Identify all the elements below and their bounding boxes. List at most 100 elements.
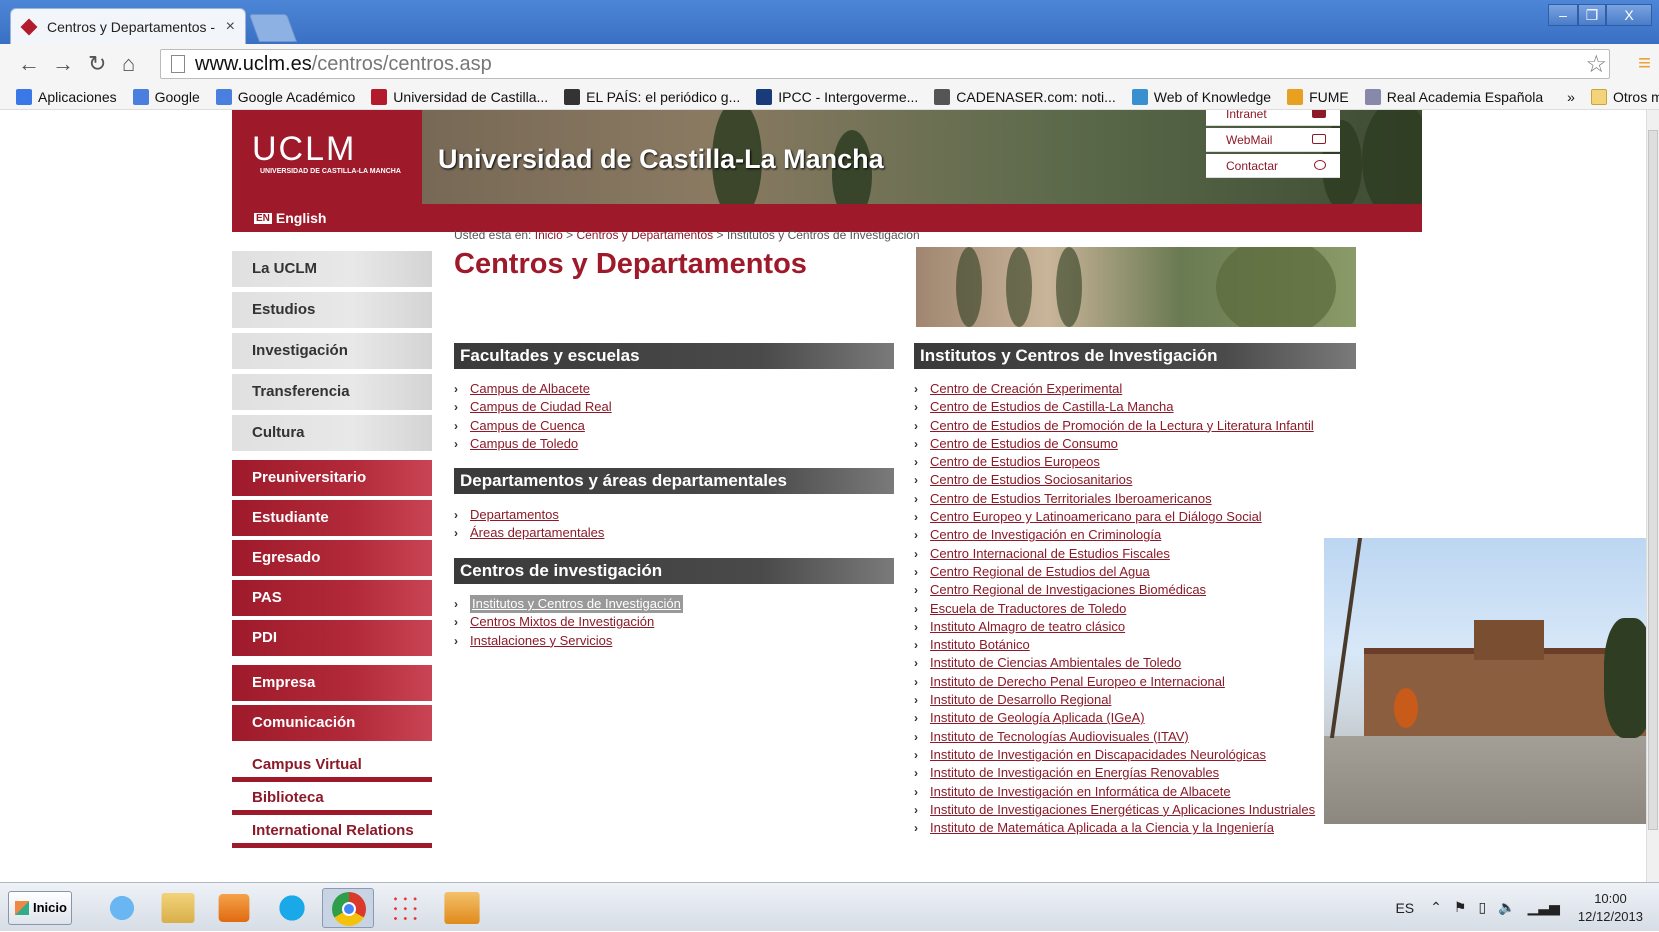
- nav-item[interactable]: Investigación: [232, 333, 432, 369]
- new-tab-button[interactable]: [248, 14, 298, 42]
- service-nav-item[interactable]: Campus Virtual: [232, 752, 432, 782]
- bookmark-item[interactable]: FUME: [1287, 88, 1349, 105]
- bookmark-star-icon[interactable]: ☆: [1585, 50, 1607, 79]
- list-link[interactable]: Campus de Ciudad Real: [470, 398, 612, 416]
- nav-item[interactable]: La UCLM: [232, 251, 432, 287]
- bookmark-item[interactable]: Universidad de Castilla...: [371, 88, 548, 105]
- list-link[interactable]: Instituto de Matemática Aplicada a la Ci…: [930, 819, 1274, 837]
- list-link[interactable]: Instituto de Investigaciones Energéticas…: [930, 801, 1315, 819]
- chevron-right-icon: ›: [914, 564, 918, 579]
- list-link[interactable]: Instituto de Desarrollo Regional: [930, 691, 1111, 709]
- webmail-link[interactable]: WebMail: [1206, 128, 1340, 152]
- profile-nav-item[interactable]: Comunicación: [232, 705, 432, 741]
- language-indicator[interactable]: ES: [1395, 900, 1414, 916]
- profile-nav-item[interactable]: Estudiante: [232, 500, 432, 536]
- service-nav-item[interactable]: International Relations: [232, 818, 432, 848]
- list-link[interactable]: Escuela de Traductores de Toledo: [930, 600, 1126, 618]
- outlook-icon[interactable]: [444, 892, 480, 924]
- bookmark-item[interactable]: Real Academia Española: [1364, 88, 1543, 105]
- volume-icon[interactable]: 🔈: [1498, 899, 1515, 916]
- contact-link[interactable]: Contactar: [1206, 154, 1340, 178]
- close-window-button[interactable]: X: [1606, 4, 1652, 26]
- bookmark-item[interactable]: Google: [132, 88, 200, 105]
- list-link[interactable]: Institutos y Centros de Investigación: [470, 595, 683, 614]
- bookmark-item[interactable]: Aplicaciones: [16, 88, 117, 105]
- nav-item[interactable]: Cultura: [232, 415, 432, 451]
- apps-grid-icon[interactable]: [390, 894, 422, 922]
- list-link[interactable]: Instituto de Investigación en Informátic…: [930, 783, 1231, 801]
- forward-arrow-icon[interactable]: →: [52, 52, 74, 76]
- intranet-link[interactable]: Intranet: [1206, 110, 1340, 126]
- reload-icon[interactable]: ↻: [88, 52, 106, 76]
- list-link[interactable]: Instituto de Investigación en Discapacid…: [930, 746, 1266, 764]
- breadcrumb-centros-link[interactable]: Centros y Departamentos: [576, 228, 713, 242]
- bookmark-favicon-icon: [756, 88, 773, 105]
- list-link[interactable]: Centro de Investigación en Criminología: [930, 526, 1161, 544]
- english-link[interactable]: EN English: [254, 210, 326, 226]
- list-link[interactable]: Centro Regional de Investigaciones Biomé…: [930, 581, 1206, 599]
- profile-nav-item[interactable]: PDI: [232, 620, 432, 656]
- uclm-logo[interactable]: UCLM: [252, 130, 356, 169]
- list-link[interactable]: Centro de Estudios Territoriales Iberoam…: [930, 490, 1212, 508]
- list-link[interactable]: Centro Europeo y Latinoamericano para el…: [930, 508, 1262, 526]
- scrollbar-thumb[interactable]: [1648, 130, 1658, 830]
- bookmark-item[interactable]: Google Académico: [215, 88, 355, 105]
- bookmark-item[interactable]: EL PAÍS: el periódico g...: [564, 88, 740, 105]
- tab-close-icon[interactable]: ×: [226, 18, 235, 36]
- list-link[interactable]: Centro de Estudios de Consumo: [930, 435, 1118, 453]
- skype-icon[interactable]: [270, 888, 314, 928]
- list-link[interactable]: Centro de Creación Experimental: [930, 380, 1122, 398]
- list-link[interactable]: Instituto Almagro de teatro clásico: [930, 618, 1125, 636]
- bookmarks-overflow-button[interactable]: »: [1567, 89, 1575, 105]
- back-arrow-icon[interactable]: ←: [18, 52, 40, 76]
- list-link[interactable]: Instituto de Ciencias Ambientales de Tol…: [930, 654, 1181, 672]
- minimize-button[interactable]: –: [1548, 4, 1578, 26]
- profile-nav-item[interactable]: Empresa: [232, 665, 432, 701]
- list-link[interactable]: Centros Mixtos de Investigación: [470, 613, 654, 631]
- list-link[interactable]: Campus de Toledo: [470, 435, 578, 453]
- list-link[interactable]: Departamentos: [470, 506, 559, 524]
- list-link[interactable]: Centro de Estudios de Promoción de la Le…: [930, 417, 1314, 435]
- list-link[interactable]: Instituto de Geología Aplicada (IGeA): [930, 709, 1145, 727]
- bookmark-item[interactable]: Web of Knowledge: [1131, 88, 1271, 105]
- home-icon[interactable]: ⌂: [122, 52, 135, 76]
- file-explorer-icon[interactable]: [161, 893, 195, 923]
- page-scrollbar[interactable]: [1646, 110, 1659, 882]
- media-player-icon[interactable]: [218, 894, 250, 922]
- list-link[interactable]: Centro de Estudios Europeos: [930, 453, 1100, 471]
- bookmark-item[interactable]: IPCC - Intergoverme...: [756, 88, 918, 105]
- list-link[interactable]: Áreas departamentales: [470, 524, 604, 542]
- profile-nav-item[interactable]: PAS: [232, 580, 432, 616]
- list-link[interactable]: Centro Regional de Estudios del Agua: [930, 563, 1150, 581]
- list-link[interactable]: Centro de Estudios de Castilla-La Mancha: [930, 398, 1174, 416]
- list-link[interactable]: Instalaciones y Servicios: [470, 632, 612, 650]
- list-link[interactable]: Instituto de Tecnologías Audiovisuales (…: [930, 728, 1189, 746]
- list-link[interactable]: Instituto de Investigación en Energías R…: [930, 764, 1219, 782]
- chrome-taskbar-button[interactable]: [322, 888, 374, 928]
- address-bar[interactable]: www.uclm.es/centros/centros.asp: [160, 49, 1610, 79]
- network-icon[interactable]: ▁▃▅: [1528, 899, 1560, 916]
- list-link[interactable]: Campus de Cuenca: [470, 417, 585, 435]
- browser-tab[interactable]: Centros y Departamentos - U ×: [10, 8, 246, 44]
- maximize-button[interactable]: ❐: [1578, 4, 1606, 26]
- battery-icon[interactable]: ▯: [1478, 899, 1486, 916]
- bookmark-item[interactable]: CADENASER.com: noti...: [934, 88, 1116, 105]
- list-link[interactable]: Instituto de Derecho Penal Europeo e Int…: [930, 673, 1225, 691]
- nav-item[interactable]: Transferencia: [232, 374, 432, 410]
- service-nav-item[interactable]: Biblioteca: [232, 785, 432, 815]
- other-bookmarks-folder[interactable]: Otros marcadores: [1590, 88, 1659, 105]
- internet-explorer-icon[interactable]: [100, 888, 144, 928]
- list-link[interactable]: Campus de Albacete: [470, 380, 590, 398]
- profile-nav-item[interactable]: Preuniversitario: [232, 460, 432, 496]
- show-hidden-icons-icon[interactable]: ⌃: [1430, 899, 1442, 916]
- start-button[interactable]: Inicio: [8, 891, 72, 925]
- breadcrumb-home-link[interactable]: Inicio: [535, 228, 563, 242]
- list-link[interactable]: Centro de Estudios Sociosanitarios: [930, 471, 1132, 489]
- list-link[interactable]: Instituto Botánico: [930, 636, 1030, 654]
- chrome-menu-icon[interactable]: ≡: [1638, 50, 1651, 76]
- system-clock[interactable]: 10:00 12/12/2013: [1578, 890, 1643, 926]
- profile-nav-item[interactable]: Egresado: [232, 540, 432, 576]
- action-center-flag-icon[interactable]: ⚑: [1454, 899, 1467, 916]
- nav-item[interactable]: Estudios: [232, 292, 432, 328]
- list-link[interactable]: Centro Internacional de Estudios Fiscale…: [930, 545, 1170, 563]
